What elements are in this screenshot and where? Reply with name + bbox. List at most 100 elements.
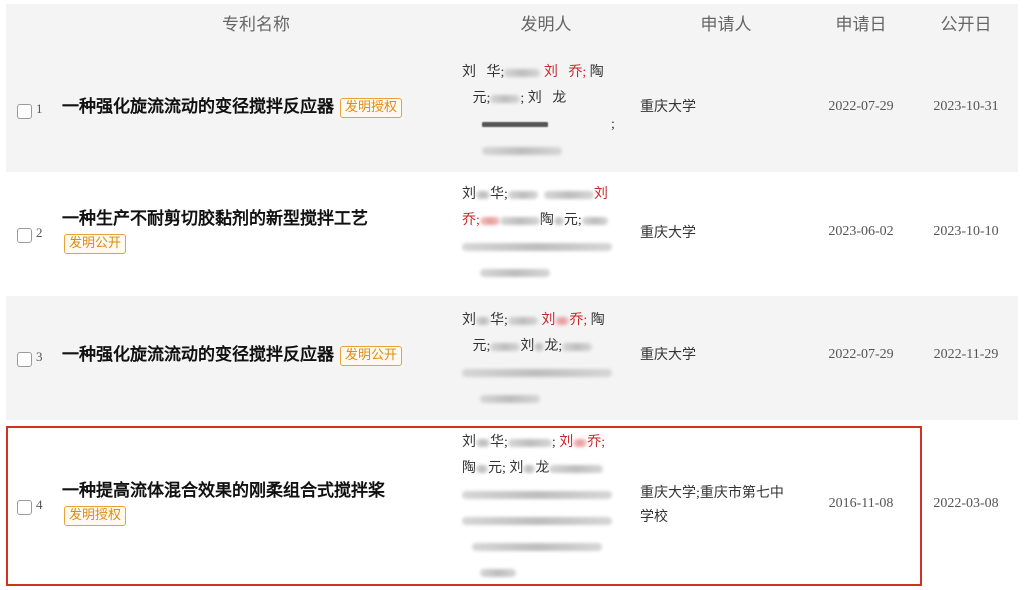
- redacted-name: [480, 568, 516, 577]
- inventor-text: 刘: [509, 461, 524, 476]
- inventor-text-highlight: 乔;: [587, 435, 606, 450]
- inventor-text: 陶: [590, 313, 605, 328]
- redacted-name: [543, 190, 594, 199]
- apply-date: 2016-11-08: [828, 496, 894, 511]
- inventor-list: 刘 华; 刘 乔; 陶 元; ; 刘 龙 ;: [462, 60, 632, 164]
- inventor-text: 陶: [539, 213, 554, 228]
- inventor-text-highlight: 乔;: [568, 65, 587, 80]
- redacted-name: [480, 268, 550, 277]
- applicant: 重庆大学: [640, 348, 696, 363]
- header-patent-name[interactable]: 专利名称: [196, 4, 316, 46]
- redacted-name: [549, 464, 604, 473]
- inventor-text: 陶: [589, 65, 604, 80]
- row-index: 2: [36, 225, 43, 240]
- redacted-name: [534, 342, 545, 351]
- redacted-name: [462, 368, 612, 377]
- inventor-text-highlight: 刘: [543, 65, 558, 80]
- inventor-text: 元;: [472, 339, 491, 354]
- redacted-name: [480, 394, 540, 403]
- inventor-text: 元;: [563, 213, 582, 228]
- inventor-text: 刘: [462, 187, 476, 202]
- patent-title[interactable]: 一种生产不耐剪切胶黏剂的新型搅拌工艺: [62, 206, 442, 232]
- redacted-name: [462, 242, 612, 251]
- applicant: 重庆大学;重庆市第七中 学校: [640, 482, 810, 530]
- redacted-name: [523, 464, 536, 473]
- row-checkbox[interactable]: [17, 500, 32, 515]
- publish-date: 2022-11-29: [933, 347, 999, 362]
- redacted-name: [476, 316, 490, 325]
- inventor-text: 陶: [462, 461, 476, 476]
- redacted-name: [479, 216, 500, 225]
- row-checkbox[interactable]: [17, 352, 32, 367]
- redacted-name: [476, 438, 490, 447]
- inventor-text: ; 刘: [520, 91, 542, 106]
- inventor-text-highlight: 刘: [593, 187, 608, 202]
- redacted-name: [482, 122, 548, 128]
- inventor-text: ;: [611, 117, 615, 132]
- status-badge: 发明公开: [340, 346, 403, 367]
- inventor-list: 刘华;; 刘乔; 陶元; 刘龙: [462, 430, 632, 586]
- inventor-text: 华;: [490, 313, 508, 328]
- redacted-name: [472, 542, 602, 551]
- redacted-name: [573, 438, 588, 447]
- status-badge: 发明授权: [340, 98, 403, 119]
- inventor-text: 华;: [490, 187, 508, 202]
- applicant-line: 学校: [640, 510, 668, 525]
- table-row[interactable]: 3 一种强化旋流流动的变径搅拌反应器 发明公开 刘华; 刘乔; 陶 元; 刘龙; 重…: [6, 296, 1018, 420]
- applicant: 重庆大学: [640, 226, 696, 241]
- table-row[interactable]: 4 一种提高流体混合效果的刚柔组合式搅拌桨 发明授权 刘华;; 刘乔; 陶元; …: [6, 420, 1018, 588]
- redacted-name: [462, 516, 612, 525]
- redacted-name: [476, 190, 490, 199]
- header-apply-date[interactable]: 申请日: [806, 4, 916, 46]
- patent-title[interactable]: 一种强化旋流流动的变径搅拌反应器: [62, 345, 334, 365]
- header-applicant[interactable]: 申请人: [666, 4, 786, 46]
- inventor-text-highlight: 刘: [559, 435, 574, 450]
- redacted-name: [462, 490, 612, 499]
- row-index: 3: [36, 349, 43, 364]
- header-inventor[interactable]: 发明人: [486, 4, 606, 46]
- inventor-text-highlight: 乔;: [569, 313, 588, 328]
- inventor-list: 刘华; 刘乔; 陶 元; 刘龙;: [462, 308, 632, 412]
- table-header: 专利名称 发明人 申请人 申请日 公开日: [6, 4, 1018, 46]
- table-row[interactable]: 1 一种强化旋流流动的变径搅拌反应器 发明授权 刘 华; 刘 乔; 陶 元;; 刘…: [6, 46, 1018, 172]
- inventor-text: 刘: [462, 435, 476, 450]
- publish-date: 2022-03-08: [933, 496, 999, 511]
- patent-title[interactable]: 一种强化旋流流动的变径搅拌反应器: [62, 97, 334, 117]
- redacted-name: [490, 342, 521, 351]
- redacted-name: [581, 216, 608, 225]
- inventor-text: 刘: [462, 65, 476, 80]
- row-index: 4: [36, 497, 43, 512]
- publish-date: 2023-10-10: [933, 224, 999, 239]
- patent-table: 专利名称 发明人 申请人 申请日 公开日 1 一种强化旋流流动的变径搅拌反应器发…: [0, 0, 1024, 590]
- applicant: 重庆大学: [640, 100, 696, 115]
- header-publish-date[interactable]: 公开日: [916, 4, 1016, 46]
- redacted-name: [507, 316, 538, 325]
- inventor-text: 华;: [486, 65, 505, 80]
- patent-title-cell: 一种提高流体混合效果的刚柔组合式搅拌桨 发明授权: [62, 478, 442, 526]
- patent-title[interactable]: 一种提高流体混合效果的刚柔组合式搅拌桨: [62, 478, 442, 504]
- inventor-text: 龙: [535, 461, 550, 476]
- apply-date: 2023-06-02: [828, 224, 894, 239]
- redacted-name: [507, 438, 552, 447]
- applicant-line: 重庆大学;重庆市第七中: [640, 486, 784, 501]
- redacted-name: [476, 464, 488, 473]
- inventor-text: 刘: [520, 339, 535, 354]
- inventor-text: 元;: [488, 461, 506, 476]
- inventor-text-highlight: 刘: [541, 313, 556, 328]
- redacted-name: [562, 342, 593, 351]
- inventor-list: 刘华; 刘 乔; 陶元;: [462, 182, 632, 286]
- redacted-name: [553, 216, 564, 225]
- row-checkbox[interactable]: [17, 228, 32, 243]
- apply-date: 2022-07-29: [828, 347, 894, 362]
- inventor-text: 刘: [462, 313, 476, 328]
- patent-title-cell: 一种强化旋流流动的变径搅拌反应器 发明公开: [62, 342, 442, 368]
- status-badge: 发明公开: [64, 234, 127, 254]
- redacted-name: [504, 68, 541, 77]
- row-index: 1: [36, 101, 43, 116]
- table-row[interactable]: 2 一种生产不耐剪切胶黏剂的新型搅拌工艺 发明公开 刘华; 刘 乔; 陶元; 重庆大…: [6, 172, 1018, 296]
- inventor-text: 华;: [490, 435, 508, 450]
- row-checkbox[interactable]: [17, 104, 32, 119]
- inventor-text-highlight: 乔;: [462, 213, 480, 228]
- publish-date: 2023-10-31: [933, 99, 999, 114]
- redacted-name: [482, 146, 562, 155]
